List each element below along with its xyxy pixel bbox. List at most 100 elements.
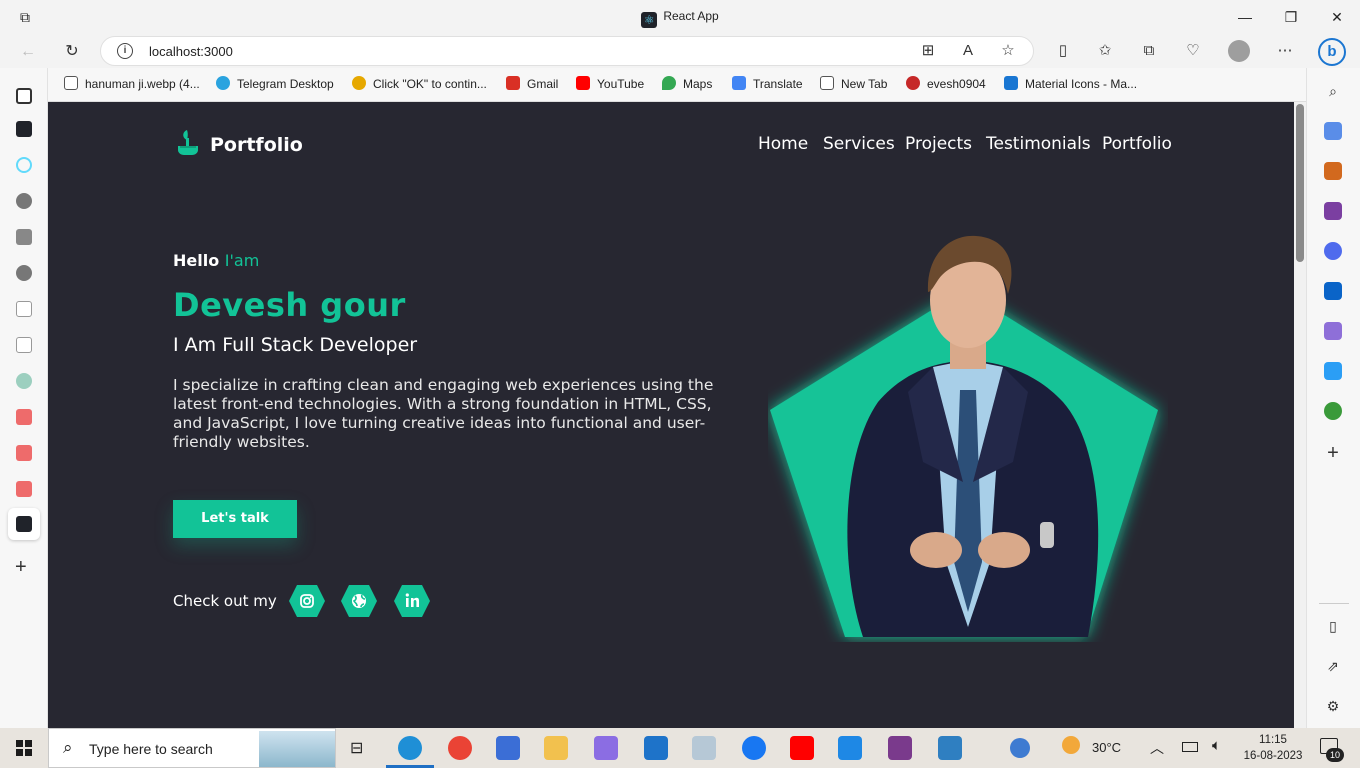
external-link-icon[interactable]: ⇗ — [1324, 657, 1342, 675]
scrollbar-thumb[interactable] — [1296, 104, 1304, 262]
divider — [1319, 603, 1349, 604]
back-button[interactable]: ← — [16, 40, 40, 64]
bookmark-item[interactable]: Material Icons - Ma... — [1004, 76, 1137, 94]
linkedin-icon[interactable] — [393, 584, 431, 618]
sidebar-toggle-icon[interactable]: ▯ — [1324, 617, 1342, 635]
add-icon[interactable]: + — [1324, 443, 1342, 463]
settings-gear-icon[interactable]: ⚙ — [1324, 697, 1342, 715]
window-title: ⚛ React App — [0, 9, 1360, 28]
tab-github-icon[interactable] — [16, 193, 32, 209]
taskbar-search-placeholder[interactable]: Type here to search — [89, 741, 213, 757]
outlook-icon[interactable] — [1324, 282, 1342, 300]
bookmark-item[interactable]: evesh0904 — [906, 76, 986, 94]
designer-icon[interactable] — [1324, 322, 1342, 340]
hero-description: I specialize in crafting clean and engag… — [173, 376, 714, 451]
volume-icon[interactable]: 🔈︎ — [1212, 737, 1221, 754]
chrome-app-icon[interactable] — [448, 736, 472, 760]
address-bar[interactable]: i localhost:3000 ⊞ A ☆ — [100, 36, 1034, 66]
tab-active[interactable] — [8, 508, 40, 540]
split-screen-icon[interactable]: ▯ — [1052, 40, 1074, 62]
taskbar-search[interactable]: ⌕ Type here to search — [48, 728, 336, 768]
windows-start-icon[interactable] — [16, 740, 32, 756]
tab-react-icon[interactable] — [16, 121, 32, 137]
instagram-icon[interactable] — [288, 584, 326, 618]
bing-icon[interactable]: b — [1318, 38, 1346, 66]
bookmark-item[interactable]: hanuman ji.webp (4... — [64, 76, 200, 94]
bookmark-item[interactable]: YouTube — [576, 76, 644, 94]
help-icon[interactable] — [1010, 738, 1030, 758]
nav-home[interactable]: Home — [758, 134, 808, 154]
favorites-icon[interactable]: ✩ — [1094, 40, 1116, 62]
tab-react-icon[interactable] — [16, 157, 32, 173]
taskbar-clock[interactable]: 11:15 16-08-2023 — [1236, 732, 1310, 764]
url-text[interactable]: localhost:3000 — [149, 44, 233, 59]
tab-d-icon[interactable] — [16, 229, 32, 245]
tab-pdf-icon[interactable] — [16, 445, 32, 461]
file-explorer-icon[interactable] — [544, 736, 568, 760]
edge-app-icon[interactable] — [398, 736, 422, 760]
tab-page-icon[interactable] — [16, 301, 32, 317]
collections-icon[interactable]: ⧉ — [1138, 40, 1160, 62]
check-icon — [352, 76, 366, 90]
weather-temperature[interactable]: 30°C — [1092, 740, 1121, 755]
tab-pdf-icon[interactable] — [16, 409, 32, 425]
tab-github-icon[interactable] — [16, 265, 32, 281]
bookmark-item[interactable]: Translate — [732, 76, 803, 94]
nav-testimonials[interactable]: Testimonials — [986, 134, 1091, 154]
page-viewport: Portfolio Home Services Projects Testimo… — [48, 102, 1294, 728]
more-icon[interactable]: ⋯ — [1274, 40, 1296, 62]
bookmark-item[interactable]: Maps — [662, 76, 712, 94]
bookmarks-bar: hanuman ji.webp (4... Telegram Desktop C… — [48, 68, 1306, 102]
globe-icon[interactable] — [340, 584, 378, 618]
tab-pdf-icon[interactable] — [16, 481, 32, 497]
shopping-icon[interactable] — [1324, 122, 1342, 140]
copilot-app-icon[interactable] — [594, 736, 618, 760]
bookmark-item[interactable]: Telegram Desktop — [216, 76, 334, 94]
page-scrollbar[interactable] — [1294, 102, 1306, 728]
read-aloud-icon[interactable]: A — [957, 40, 979, 62]
lets-talk-button[interactable]: Let's talk — [173, 500, 297, 538]
store-app-icon[interactable] — [496, 736, 520, 760]
new-tab-icon[interactable]: + — [15, 556, 27, 579]
tab-page-icon[interactable] — [16, 337, 32, 353]
facebook-app-icon[interactable] — [742, 736, 766, 760]
minimize-button[interactable]: — — [1234, 6, 1256, 28]
weather-icon[interactable] — [1062, 736, 1080, 754]
youtube-app-icon[interactable] — [790, 736, 814, 760]
drop-icon[interactable] — [1324, 362, 1342, 380]
bookmark-item[interactable]: Click "OK" to contin... — [352, 76, 487, 94]
site-brand[interactable]: Portfolio — [210, 134, 303, 156]
react-icon: ⚛ — [641, 12, 658, 28]
profile-avatar[interactable] — [1228, 40, 1250, 62]
task-view-icon[interactable]: ⊟ — [350, 738, 363, 758]
favorite-star-icon[interactable]: ☆ — [997, 40, 1019, 62]
tab-chatgpt-icon[interactable] — [16, 373, 32, 389]
winrar-app-icon[interactable] — [888, 736, 912, 760]
hero-portrait — [770, 235, 1158, 637]
games-icon[interactable] — [1324, 202, 1342, 220]
microsoft365-icon[interactable] — [1324, 242, 1342, 260]
tree-icon[interactable] — [1324, 402, 1342, 420]
paint-app-icon[interactable] — [692, 736, 716, 760]
info-icon[interactable]: i — [117, 43, 133, 59]
hero-role: I Am Full Stack Developer — [173, 334, 418, 356]
vscode-app-icon[interactable] — [838, 736, 862, 760]
bookmark-item[interactable]: New Tab — [820, 76, 887, 94]
bookmark-item[interactable]: Gmail — [506, 76, 558, 94]
performance-icon[interactable]: ♡ — [1182, 40, 1204, 62]
tab-actions-icon[interactable] — [16, 88, 32, 104]
refresh-button[interactable]: ↻ — [60, 40, 84, 64]
nav-services[interactable]: Services — [823, 134, 895, 154]
close-button[interactable]: ✕ — [1326, 6, 1348, 28]
maximize-button[interactable]: ❐ — [1280, 6, 1302, 28]
photos-app-icon[interactable] — [938, 736, 962, 760]
search-icon[interactable]: ⌕ — [1324, 82, 1342, 100]
battery-icon[interactable] — [1182, 742, 1198, 752]
taskbar: ⌕ Type here to search ⊟ 30°C ︿ 🔈︎ 11:15 … — [0, 728, 1360, 768]
nav-portfolio[interactable]: Portfolio — [1102, 134, 1172, 154]
chevron-up-icon[interactable]: ︿ — [1150, 738, 1164, 758]
nav-projects[interactable]: Projects — [905, 134, 972, 154]
tools-icon[interactable] — [1324, 162, 1342, 180]
mail-app-icon[interactable] — [644, 736, 668, 760]
apps-icon[interactable]: ⊞ — [917, 40, 939, 62]
